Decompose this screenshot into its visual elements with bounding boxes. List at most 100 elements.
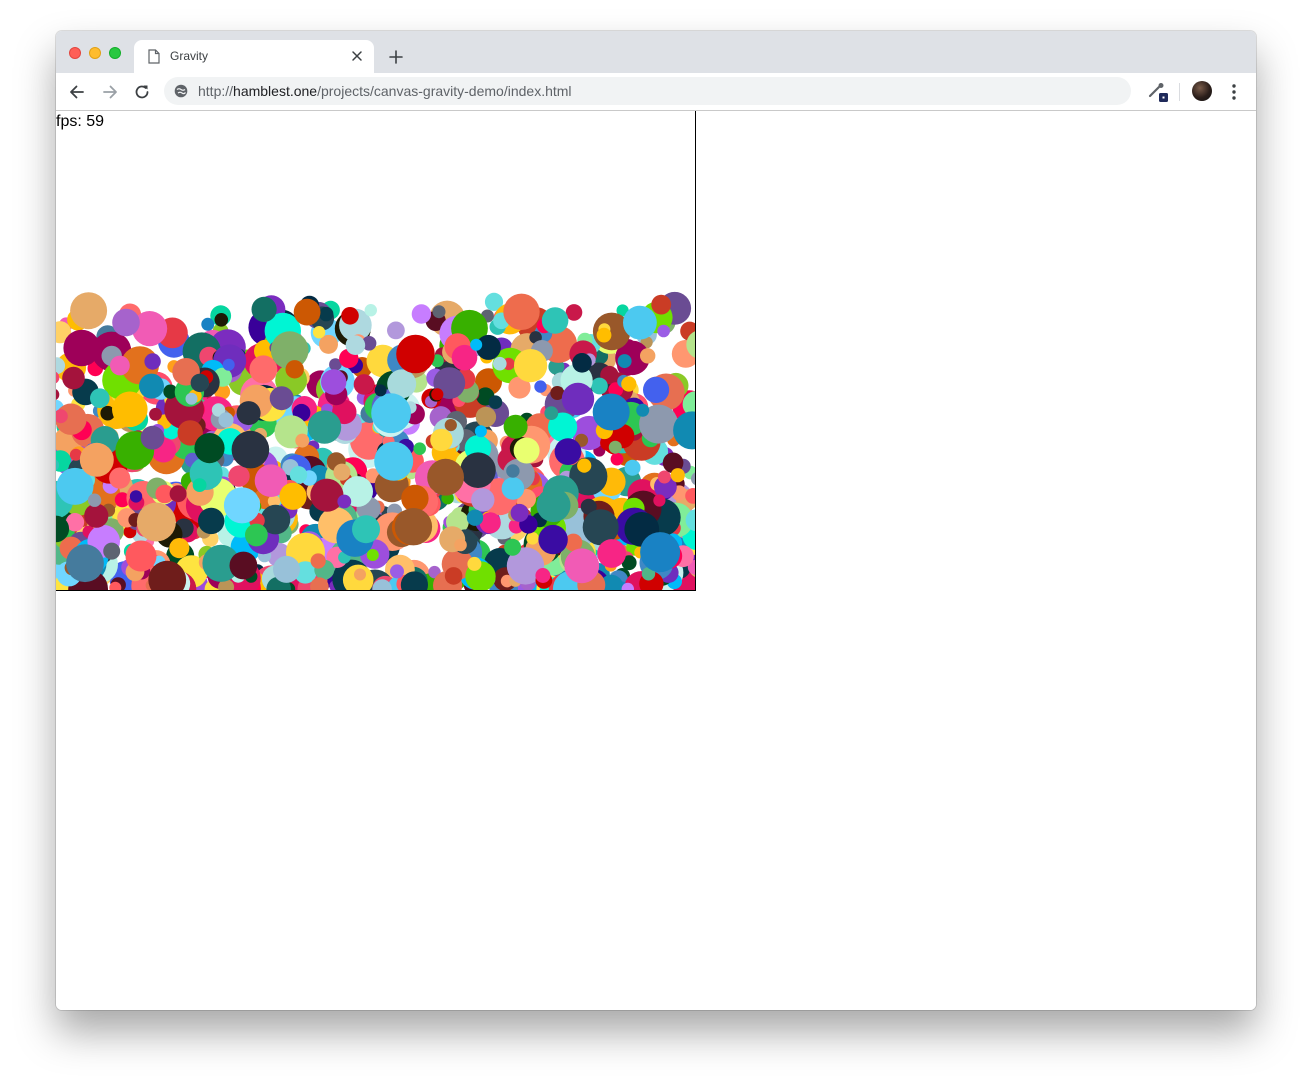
ball xyxy=(621,376,637,392)
ball xyxy=(229,551,258,580)
site-info-icon[interactable] xyxy=(174,84,188,98)
ball xyxy=(467,556,482,571)
ball xyxy=(387,321,405,340)
browser-toolbar: http://hamblest.one/projects/canvas-grav… xyxy=(56,73,1256,111)
ball xyxy=(310,553,326,569)
ball xyxy=(466,509,484,526)
ball xyxy=(139,373,164,399)
ball xyxy=(534,380,547,393)
ball xyxy=(140,425,165,450)
plus-icon[interactable] xyxy=(386,47,406,67)
close-icon[interactable] xyxy=(350,49,364,63)
ball xyxy=(136,502,176,542)
ball xyxy=(269,386,294,411)
ball xyxy=(596,327,612,343)
ball xyxy=(352,515,380,544)
ball xyxy=(501,477,525,500)
ball xyxy=(222,358,235,371)
tab-strip: Gravity xyxy=(56,31,1256,73)
ball xyxy=(293,298,321,326)
back-arrow-icon[interactable] xyxy=(67,82,87,102)
ball xyxy=(70,292,108,330)
ball xyxy=(87,493,102,507)
forward-arrow-icon[interactable] xyxy=(100,82,120,102)
gravity-canvas[interactable]: fps: 59 xyxy=(56,111,696,591)
maximize-window-button[interactable] xyxy=(109,47,121,59)
ball xyxy=(149,407,162,421)
ball xyxy=(374,441,414,481)
ball xyxy=(341,307,359,325)
ball xyxy=(371,393,411,434)
ball xyxy=(610,452,624,466)
ball xyxy=(354,568,366,581)
ball xyxy=(321,369,347,395)
ball xyxy=(624,459,641,476)
ball xyxy=(413,442,427,456)
ball xyxy=(185,392,198,405)
ball xyxy=(636,403,650,417)
ball xyxy=(390,564,404,579)
ball xyxy=(411,304,432,324)
balls-layer xyxy=(56,291,695,590)
ball xyxy=(345,335,366,355)
url-scheme: http:// xyxy=(198,83,234,99)
reload-icon[interactable] xyxy=(132,82,152,102)
address-bar[interactable]: http://hamblest.one/projects/canvas-grav… xyxy=(164,77,1131,105)
ball xyxy=(62,366,85,390)
ball xyxy=(129,490,143,503)
ball xyxy=(231,430,270,469)
ball xyxy=(90,388,110,409)
page-icon xyxy=(148,49,160,64)
ball xyxy=(535,568,551,583)
ball xyxy=(503,293,540,330)
ball xyxy=(374,384,387,397)
ball xyxy=(460,452,496,489)
ball xyxy=(112,308,140,337)
ball xyxy=(218,412,234,428)
ball xyxy=(471,488,495,512)
ball xyxy=(214,313,229,327)
ball xyxy=(310,478,344,512)
extension-icon[interactable] xyxy=(1147,81,1169,103)
ball xyxy=(653,494,666,507)
fps-counter: fps: 59 xyxy=(56,113,105,130)
ball xyxy=(454,538,467,552)
more-vert-icon[interactable] xyxy=(1226,82,1242,102)
close-window-button[interactable] xyxy=(69,47,81,59)
ball xyxy=(353,374,375,395)
ball xyxy=(510,503,529,522)
ball xyxy=(504,538,522,556)
minimize-window-button[interactable] xyxy=(89,47,101,59)
url-path: /projects/canvas-gravity-demo/index.html xyxy=(317,83,572,99)
ball xyxy=(444,419,457,432)
tab-gravity[interactable]: Gravity xyxy=(134,40,374,73)
ball xyxy=(245,523,268,547)
ball xyxy=(169,538,190,559)
ball xyxy=(657,324,670,338)
page-viewport: fps: 59 xyxy=(56,111,1256,1010)
ball xyxy=(592,393,630,431)
ball xyxy=(63,329,100,367)
ball xyxy=(503,414,528,439)
ball xyxy=(110,355,130,376)
tab-title: Gravity xyxy=(170,49,209,63)
ball xyxy=(307,410,342,444)
ball xyxy=(623,305,657,340)
ball xyxy=(396,334,435,374)
ball xyxy=(285,360,304,379)
ball xyxy=(79,442,114,477)
ball xyxy=(66,544,104,583)
ball xyxy=(169,485,187,503)
ball xyxy=(364,304,377,317)
ball xyxy=(273,555,300,583)
url-host: hamblest.one xyxy=(233,83,318,99)
profile-avatar[interactable] xyxy=(1192,81,1212,101)
ball xyxy=(514,349,548,383)
ball xyxy=(513,437,540,464)
ball xyxy=(431,388,444,401)
ball xyxy=(394,508,433,546)
ball xyxy=(475,406,497,428)
ball xyxy=(56,389,60,401)
ball xyxy=(337,494,352,509)
ball xyxy=(577,458,592,473)
